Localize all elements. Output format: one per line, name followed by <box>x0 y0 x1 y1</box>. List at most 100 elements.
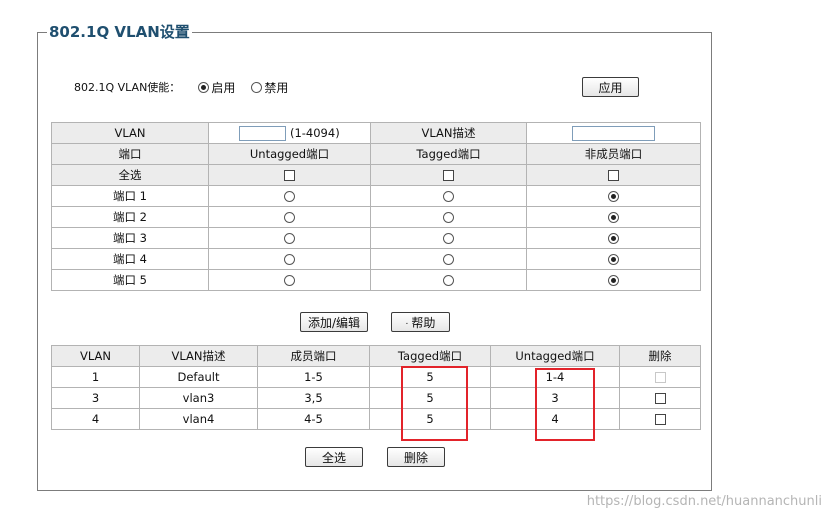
tagged-cell <box>370 227 527 249</box>
port-row: 端口 3 <box>51 227 701 249</box>
port-label: 端口 5 <box>51 269 209 291</box>
radio-enable[interactable] <box>198 81 210 93</box>
untagged-cell <box>208 227 371 249</box>
port-3-tagged-radio[interactable] <box>443 233 454 244</box>
select-all-untagged-checkbox[interactable] <box>284 170 295 181</box>
port-row: 端口 4 <box>51 248 701 270</box>
vlan-members: 3,5 <box>257 387 370 409</box>
watermark: https://blog.csdn.net/huannanchunli <box>586 494 822 509</box>
delete-checkbox <box>654 372 666 383</box>
header-untagged: Untagged端口 <box>208 143 371 165</box>
port-5-nonmember-radio[interactable] <box>608 275 619 286</box>
table-row: 4 vlan4 4-5 5 4 <box>51 408 701 430</box>
vlan-id-input[interactable] <box>239 125 287 141</box>
port-label: 端口 4 <box>51 248 209 270</box>
vlan-members: 1-5 <box>257 366 370 388</box>
vlan-desc: vlan3 <box>139 387 258 409</box>
untagged-cell <box>208 269 371 291</box>
vlan-list-table: VLAN VLAN描述 成员端口 Tagged端口 Untagged端口 删除 … <box>51 345 701 430</box>
untagged-cell <box>208 206 371 228</box>
header-tagged: Tagged端口 <box>370 143 527 165</box>
help-bullet-icon: . <box>405 317 409 327</box>
nonmember-cell <box>526 206 701 228</box>
port-label: 端口 1 <box>51 185 209 207</box>
nonmember-cell <box>526 248 701 270</box>
vlan-desc: vlan4 <box>139 408 258 430</box>
port-1-nonmember-radio[interactable] <box>608 191 619 202</box>
port-2-untagged-radio[interactable] <box>284 212 295 223</box>
tagged-cell <box>370 248 527 270</box>
port-4-tagged-radio[interactable] <box>443 254 454 265</box>
port-row: 端口 5 <box>51 269 701 291</box>
apply-button[interactable]: 应用 <box>582 77 639 97</box>
enable-option-off[interactable]: 禁用 <box>251 79 288 96</box>
nonmember-cell <box>526 185 701 207</box>
select-all-tagged-checkbox[interactable] <box>443 170 454 181</box>
tagged-cell <box>370 206 527 228</box>
col-vlan: VLAN <box>51 345 140 367</box>
col-untagged: Untagged端口 <box>490 345 620 367</box>
tagged-cell <box>370 269 527 291</box>
port-3-untagged-radio[interactable] <box>284 233 295 244</box>
help-button[interactable]: . 帮助 <box>391 312 450 332</box>
untagged-highlight-box <box>535 368 595 441</box>
radio-disable[interactable] <box>251 81 263 93</box>
col-desc: VLAN描述 <box>139 345 258 367</box>
vlan-id-row: VLAN (1-4094) VLAN描述 <box>51 122 701 144</box>
select-all-tagged-cell <box>370 164 527 186</box>
delete-cell <box>619 366 701 388</box>
col-tagged: Tagged端口 <box>369 345 491 367</box>
select-all-button[interactable]: 全选 <box>305 447 363 467</box>
vlan-id: 4 <box>51 408 140 430</box>
port-5-untagged-radio[interactable] <box>284 275 295 286</box>
delete-cell <box>619 408 701 430</box>
select-all-row: 全选 <box>51 164 701 186</box>
delete-checkbox[interactable] <box>654 393 666 404</box>
port-4-nonmember-radio[interactable] <box>608 254 619 265</box>
vlan-desc-cell <box>526 122 701 144</box>
vlan-list-header-row: VLAN VLAN描述 成员端口 Tagged端口 Untagged端口 删除 <box>51 345 701 367</box>
vlan-id-label: VLAN <box>51 122 209 144</box>
table-row: 1 Default 1-5 5 1-4 <box>51 366 701 388</box>
vlan-config-table: VLAN (1-4094) VLAN描述 端口 Untagged端口 Tagge… <box>51 122 701 291</box>
port-1-untagged-radio[interactable] <box>284 191 295 202</box>
section-title: 802.1Q VLAN设置 <box>47 21 192 42</box>
vlan-id-range: (1-4094) <box>289 125 340 140</box>
vlan-members: 4-5 <box>257 408 370 430</box>
enable-option-off-label: 禁用 <box>264 80 289 95</box>
untagged-cell <box>208 248 371 270</box>
select-all-untagged-cell <box>208 164 371 186</box>
help-button-label: 帮助 <box>411 315 436 330</box>
port-label: 端口 3 <box>51 227 209 249</box>
port-label: 端口 2 <box>51 206 209 228</box>
nonmember-cell <box>526 227 701 249</box>
col-delete: 删除 <box>619 345 701 367</box>
vlan-id: 1 <box>51 366 140 388</box>
enable-option-on[interactable]: 启用 <box>198 79 235 96</box>
add-edit-button[interactable]: 添加/编辑 <box>300 312 368 332</box>
col-members: 成员端口 <box>257 345 370 367</box>
vlan-desc: Default <box>139 366 258 388</box>
header-nonmember: 非成员端口 <box>526 143 701 165</box>
untagged-cell <box>208 185 371 207</box>
enable-option-on-label: 启用 <box>211 80 236 95</box>
tagged-highlight-box <box>401 366 468 441</box>
port-2-tagged-radio[interactable] <box>443 212 454 223</box>
vlan-enable-row: 802.1Q VLAN使能： 启用 禁用 <box>74 78 304 96</box>
tagged-cell <box>370 185 527 207</box>
port-header-row: 端口 Untagged端口 Tagged端口 非成员端口 <box>51 143 701 165</box>
port-5-tagged-radio[interactable] <box>443 275 454 286</box>
delete-button[interactable]: 删除 <box>387 447 445 467</box>
nonmember-cell <box>526 269 701 291</box>
select-all-label: 全选 <box>51 164 209 186</box>
select-all-nonmember-checkbox[interactable] <box>608 170 619 181</box>
port-row: 端口 2 <box>51 206 701 228</box>
port-2-nonmember-radio[interactable] <box>608 212 619 223</box>
port-4-untagged-radio[interactable] <box>284 254 295 265</box>
vlan-desc-input[interactable] <box>572 125 655 141</box>
port-3-nonmember-radio[interactable] <box>608 233 619 244</box>
delete-checkbox[interactable] <box>654 414 666 425</box>
port-1-tagged-radio[interactable] <box>443 191 454 202</box>
vlan-enable-label: 802.1Q VLAN使能： <box>74 81 181 94</box>
vlan-id: 3 <box>51 387 140 409</box>
